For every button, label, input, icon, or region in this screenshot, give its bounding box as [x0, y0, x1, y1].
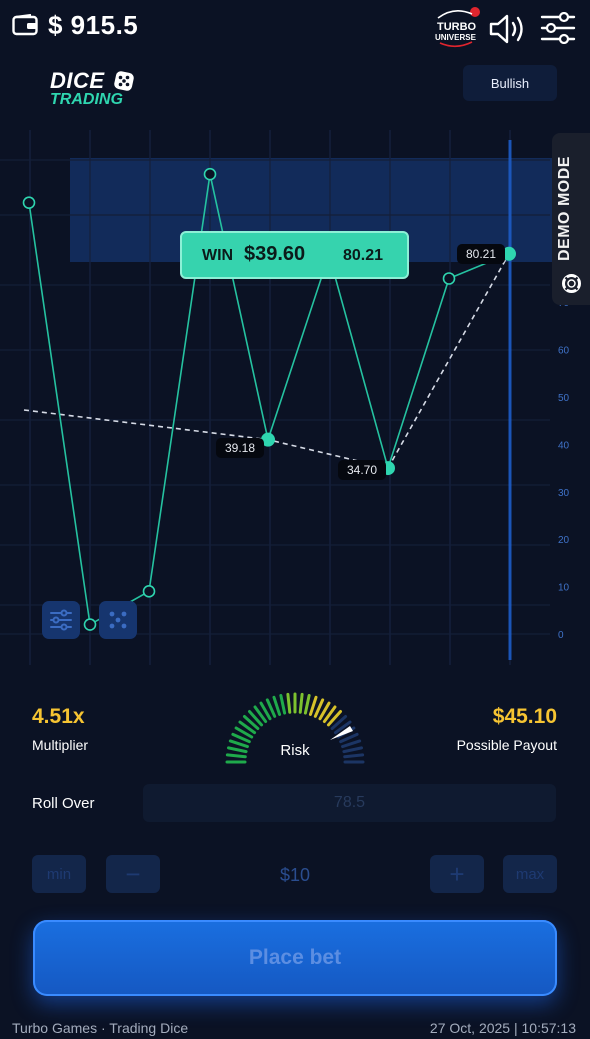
win-amount: $39.60 — [244, 243, 305, 265]
roll-over-label: Roll Over — [32, 795, 95, 812]
y-tick-label: 40 — [558, 440, 570, 451]
turbo-universe-logo[interactable]: TURBO UNIVERSE — [432, 6, 480, 48]
wallet-icon[interactable] — [12, 14, 38, 36]
win-result-value: 80.21 — [343, 247, 383, 264]
gauge-tick — [308, 695, 318, 716]
demo-mode-tab[interactable]: DEMO MODE — [552, 133, 590, 305]
auto-roll-button[interactable] — [99, 601, 137, 639]
max-bet-button[interactable]: max — [503, 855, 557, 893]
chart-settings-button[interactable] — [42, 601, 80, 639]
gauge-tick — [298, 692, 304, 714]
universe-logo-word: UNIVERSE — [435, 33, 477, 42]
gauge-tick — [286, 692, 292, 714]
data-point — [442, 272, 456, 285]
turbo-logo-word: TURBO — [437, 21, 477, 33]
roll-over-input[interactable]: 78.5 — [143, 784, 556, 822]
y-tick-label: 20 — [558, 535, 570, 546]
data-point — [142, 585, 156, 598]
win-label: WIN — [202, 247, 233, 264]
gauge-tick — [272, 695, 282, 716]
brand-dice-text: DICE — [50, 68, 105, 93]
stats-panel: 4.51x Multiplier Risk $45.10 Possible Pa… — [0, 690, 590, 780]
increase-bet-button[interactable]: + — [430, 855, 484, 893]
multiplier-label: Multiplier — [32, 737, 89, 753]
dice-icon — [114, 71, 134, 91]
footer-timestamp: 27 Oct, 2025 | 10:57:13 — [429, 1020, 576, 1036]
y-tick-label: 60 — [558, 346, 570, 357]
bullish-toggle-button[interactable]: Bullish — [463, 65, 557, 101]
demo-mode-label: DEMO MODE — [556, 156, 573, 261]
balance: $ 915.5 — [48, 10, 139, 40]
data-point — [22, 196, 36, 209]
possible-payout-value: $45.10 — [492, 705, 557, 728]
data-label: 80.21 — [466, 247, 496, 261]
footer-game-name: Turbo Games · Trading Dice — [12, 1020, 189, 1036]
lifebuoy-icon — [562, 274, 581, 293]
top-bar: $ 915.5 TURBO UNIVERSE — [0, 0, 590, 56]
gauge-tick — [279, 693, 287, 715]
data-label: 34.70 — [347, 463, 377, 477]
gauge-tick — [303, 693, 311, 715]
bet-amount[interactable]: $10 — [250, 865, 340, 886]
y-tick-label: 50 — [558, 393, 570, 404]
multiplier-value: 4.51x — [32, 705, 85, 728]
decrease-bet-button[interactable]: − — [106, 855, 160, 893]
y-tick-label: 30 — [558, 488, 570, 499]
price-chart: 010203040506070809010039.1834.7080.21WIN… — [0, 130, 575, 665]
y-tick-label: 0 — [558, 630, 564, 641]
data-point — [83, 618, 97, 631]
risk-label: Risk — [280, 742, 310, 759]
data-label: 39.18 — [225, 441, 255, 455]
place-bet-button[interactable]: Place bet — [33, 920, 557, 996]
min-bet-button[interactable]: min — [32, 855, 86, 893]
settings-sliders-icon[interactable] — [540, 12, 576, 44]
possible-payout-label: Possible Payout — [456, 737, 557, 753]
data-point — [203, 167, 217, 181]
sound-icon[interactable] — [488, 12, 528, 46]
bet-amount-row: min − $10 + max — [0, 855, 590, 895]
sliders-icon — [50, 609, 72, 631]
y-tick-label: 10 — [558, 583, 570, 594]
dice-icon — [109, 611, 127, 629]
